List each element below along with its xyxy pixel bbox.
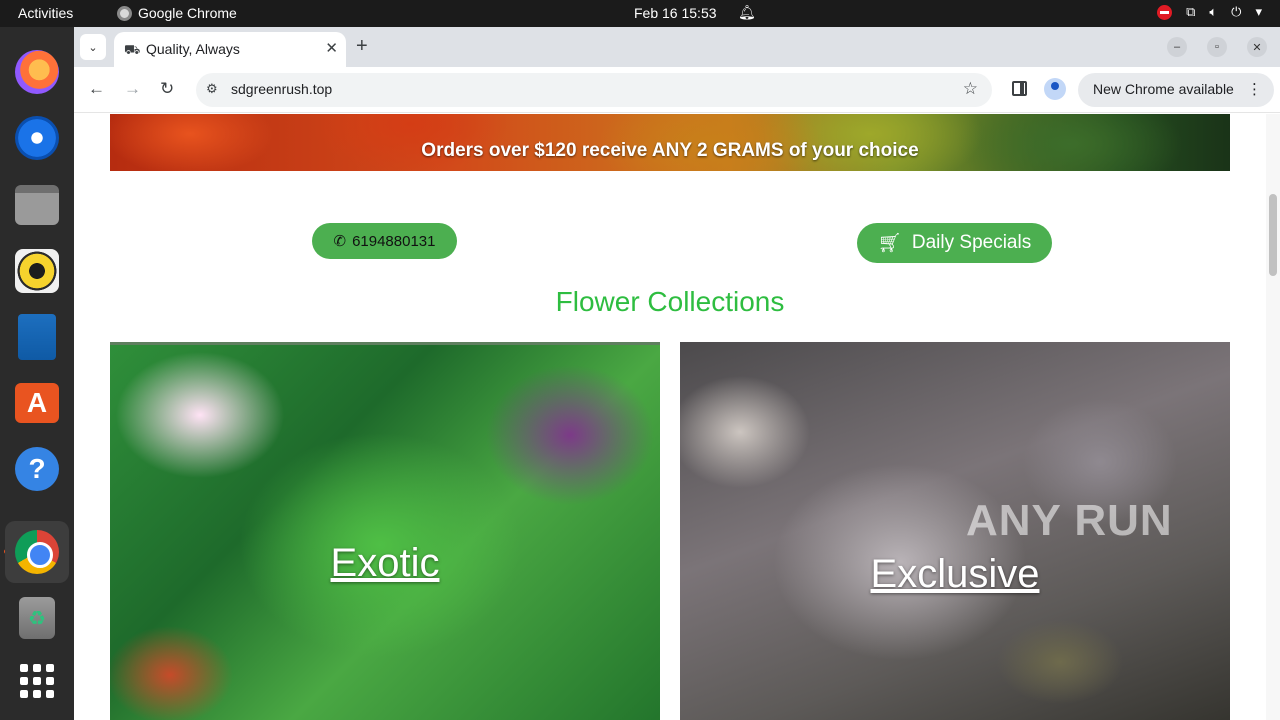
page-viewport: Orders over $120 receive ANY 2 GRAMS of …	[74, 114, 1280, 720]
app-center-icon: A	[15, 383, 59, 423]
daily-specials-label: Daily Specials	[911, 232, 1032, 253]
more-menu-icon[interactable]: ⋮	[1247, 80, 1262, 98]
phone-button[interactable]: ✆ 6194880131	[312, 223, 457, 259]
update-label: New Chrome available	[1093, 81, 1234, 97]
scrollbar-thumb[interactable]	[1269, 194, 1277, 276]
section-title: Flower Collections	[555, 286, 785, 317]
maximize-button[interactable]: ▫	[1207, 37, 1227, 57]
collection-card-exotic[interactable]: Exotic	[110, 342, 660, 720]
watermark-logo: ANY RUN	[966, 496, 1173, 546]
dock-show-apps[interactable]	[12, 656, 62, 706]
files-icon	[15, 185, 59, 225]
thunderbird-icon	[15, 116, 59, 160]
dock-thunderbird[interactable]	[12, 113, 62, 163]
system-top-bar: Activities Google Chrome Feb 16 15:53 🔔︎…	[0, 0, 1280, 27]
update-chrome-button[interactable]: New Chrome available ⋮	[1078, 73, 1274, 107]
dock: A ? ♻	[0, 27, 74, 720]
reload-button[interactable]: ↻	[160, 79, 174, 99]
firefox-icon	[15, 50, 59, 94]
dock-trash[interactable]: ♻	[12, 593, 62, 643]
chrome-app-icon	[117, 5, 132, 21]
profile-avatar[interactable]	[1044, 78, 1066, 100]
promo-banner: Orders over $120 receive ANY 2 GRAMS of …	[110, 114, 1230, 171]
dock-app-center[interactable]: A	[12, 378, 62, 428]
favicon-icon: ⛟	[124, 42, 141, 57]
app-menu[interactable]: Google Chrome	[117, 5, 237, 21]
phone-number: 6194880131	[352, 232, 436, 250]
dock-chrome[interactable]	[5, 521, 69, 583]
promo-banner-text: Orders over $120 receive ANY 2 GRAMS of …	[421, 140, 919, 161]
site-info-icon[interactable]: ⚙	[206, 81, 218, 97]
chrome-icon	[15, 530, 59, 574]
page-scrollbar[interactable]	[1266, 114, 1280, 720]
dock-files[interactable]	[12, 180, 62, 230]
chevron-down-icon: ▾	[1255, 4, 1262, 19]
network-icon: ⧉	[1186, 4, 1196, 19]
do-not-disturb-icon	[1157, 4, 1173, 20]
activities-button[interactable]: Activities	[18, 5, 73, 21]
forward-button[interactable]: →	[124, 79, 141, 99]
app-menu-label: Google Chrome	[138, 5, 237, 21]
back-button[interactable]: ←	[88, 79, 105, 99]
rhythmbox-icon	[15, 249, 59, 293]
tab-search-button[interactable]: ⌄	[80, 34, 106, 60]
volume-icon: 🔈︎	[1209, 4, 1218, 19]
tab-active[interactable]: ⛟ Quality, Always ✕	[114, 32, 346, 67]
address-bar[interactable]: ⚙ sdgreenrush.top ☆	[196, 73, 992, 107]
dock-firefox[interactable]	[12, 47, 62, 97]
collection-link-exotic[interactable]: Exotic	[110, 541, 660, 586]
help-icon: ?	[15, 447, 59, 491]
dock-rhythmbox[interactable]	[12, 246, 62, 296]
dock-help[interactable]: ?	[12, 444, 62, 494]
browser-toolbar: ← → ↻ ⚙ sdgreenrush.top ☆ New Chrome ava…	[74, 67, 1280, 113]
collection-link-exclusive[interactable]: Exclusive	[680, 552, 1230, 597]
dock-writer[interactable]	[12, 312, 62, 362]
power-icon: ⏻	[1231, 4, 1242, 19]
daily-specials-button[interactable]: 🛒︎ Daily Specials	[857, 223, 1052, 263]
tab-strip: ⌄ ⛟ Quality, Always ✕ + – ▫ ✕	[74, 27, 1280, 67]
clock[interactable]: Feb 16 15:53	[634, 5, 717, 21]
watermark-text: ANY RUN	[966, 496, 1173, 545]
minimize-button[interactable]: –	[1167, 37, 1187, 57]
new-tab-button[interactable]: +	[356, 35, 368, 58]
app-grid-icon	[20, 664, 54, 698]
cart-icon: 🛒︎	[877, 233, 902, 254]
bookmark-star-icon[interactable]: ☆	[963, 79, 978, 99]
tab-title: Quality, Always	[146, 41, 240, 57]
system-tray[interactable]: ⧉ 🔈︎ ⏻ ▾	[1157, 4, 1262, 20]
close-tab-icon[interactable]: ✕	[325, 39, 338, 57]
phone-icon: ✆	[333, 233, 347, 250]
chevron-down-icon: ⌄	[88, 41, 98, 54]
trash-icon: ♻	[19, 597, 55, 639]
side-panel-icon[interactable]	[1012, 81, 1027, 96]
url-text[interactable]: sdgreenrush.top	[231, 81, 332, 97]
writer-icon	[18, 314, 56, 360]
close-window-button[interactable]: ✕	[1247, 37, 1267, 57]
notification-bell-icon: 🔔︎	[738, 4, 756, 20]
